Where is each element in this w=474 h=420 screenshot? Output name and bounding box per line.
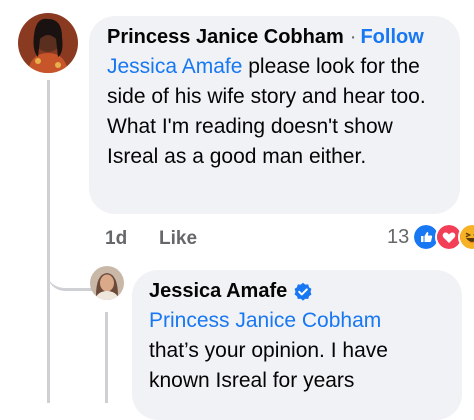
comment-bubble: Princess Janice Cobham · Follow Jessica …	[89, 16, 460, 214]
comment-header: Princess Janice Cobham · Follow	[107, 26, 442, 49]
reaction-count: 13	[387, 225, 410, 248]
commenter-avatar[interactable]	[18, 13, 78, 73]
like-button[interactable]: Like	[159, 228, 197, 250]
haha-icon	[458, 223, 474, 251]
comment-author[interactable]: Princess Janice Cobham	[107, 26, 344, 49]
follow-button[interactable]: Follow	[360, 26, 423, 49]
verified-badge-icon	[294, 282, 312, 301]
reply-author[interactable]: Jessica Amafe	[149, 280, 287, 303]
reply-text: Princess Janice Cobham that’s your opini…	[149, 306, 445, 396]
comment-text-part2: What I'm reading doesn't show Isreal as …	[107, 115, 393, 168]
reply-header: Jessica Amafe	[149, 280, 445, 303]
reaction-summary[interactable]: 13	[387, 223, 474, 251]
reply-bubble: Jessica Amafe Princess Janice Cobham tha…	[132, 270, 462, 420]
reply-text-body: that’s your opinion. I have known Isreal…	[149, 339, 388, 392]
reply-thread-line	[105, 312, 108, 403]
reply-avatar[interactable]	[90, 266, 124, 300]
separator-dot: ·	[349, 26, 357, 48]
mention-link[interactable]: Jessica Amafe	[107, 55, 242, 78]
comment-timestamp[interactable]: 1d	[105, 228, 127, 250]
comment-text: Jessica Amafe please look for the side o…	[107, 52, 442, 172]
reply-connector	[47, 230, 93, 291]
reply-mention-link[interactable]: Princess Janice Cobham	[149, 309, 381, 332]
